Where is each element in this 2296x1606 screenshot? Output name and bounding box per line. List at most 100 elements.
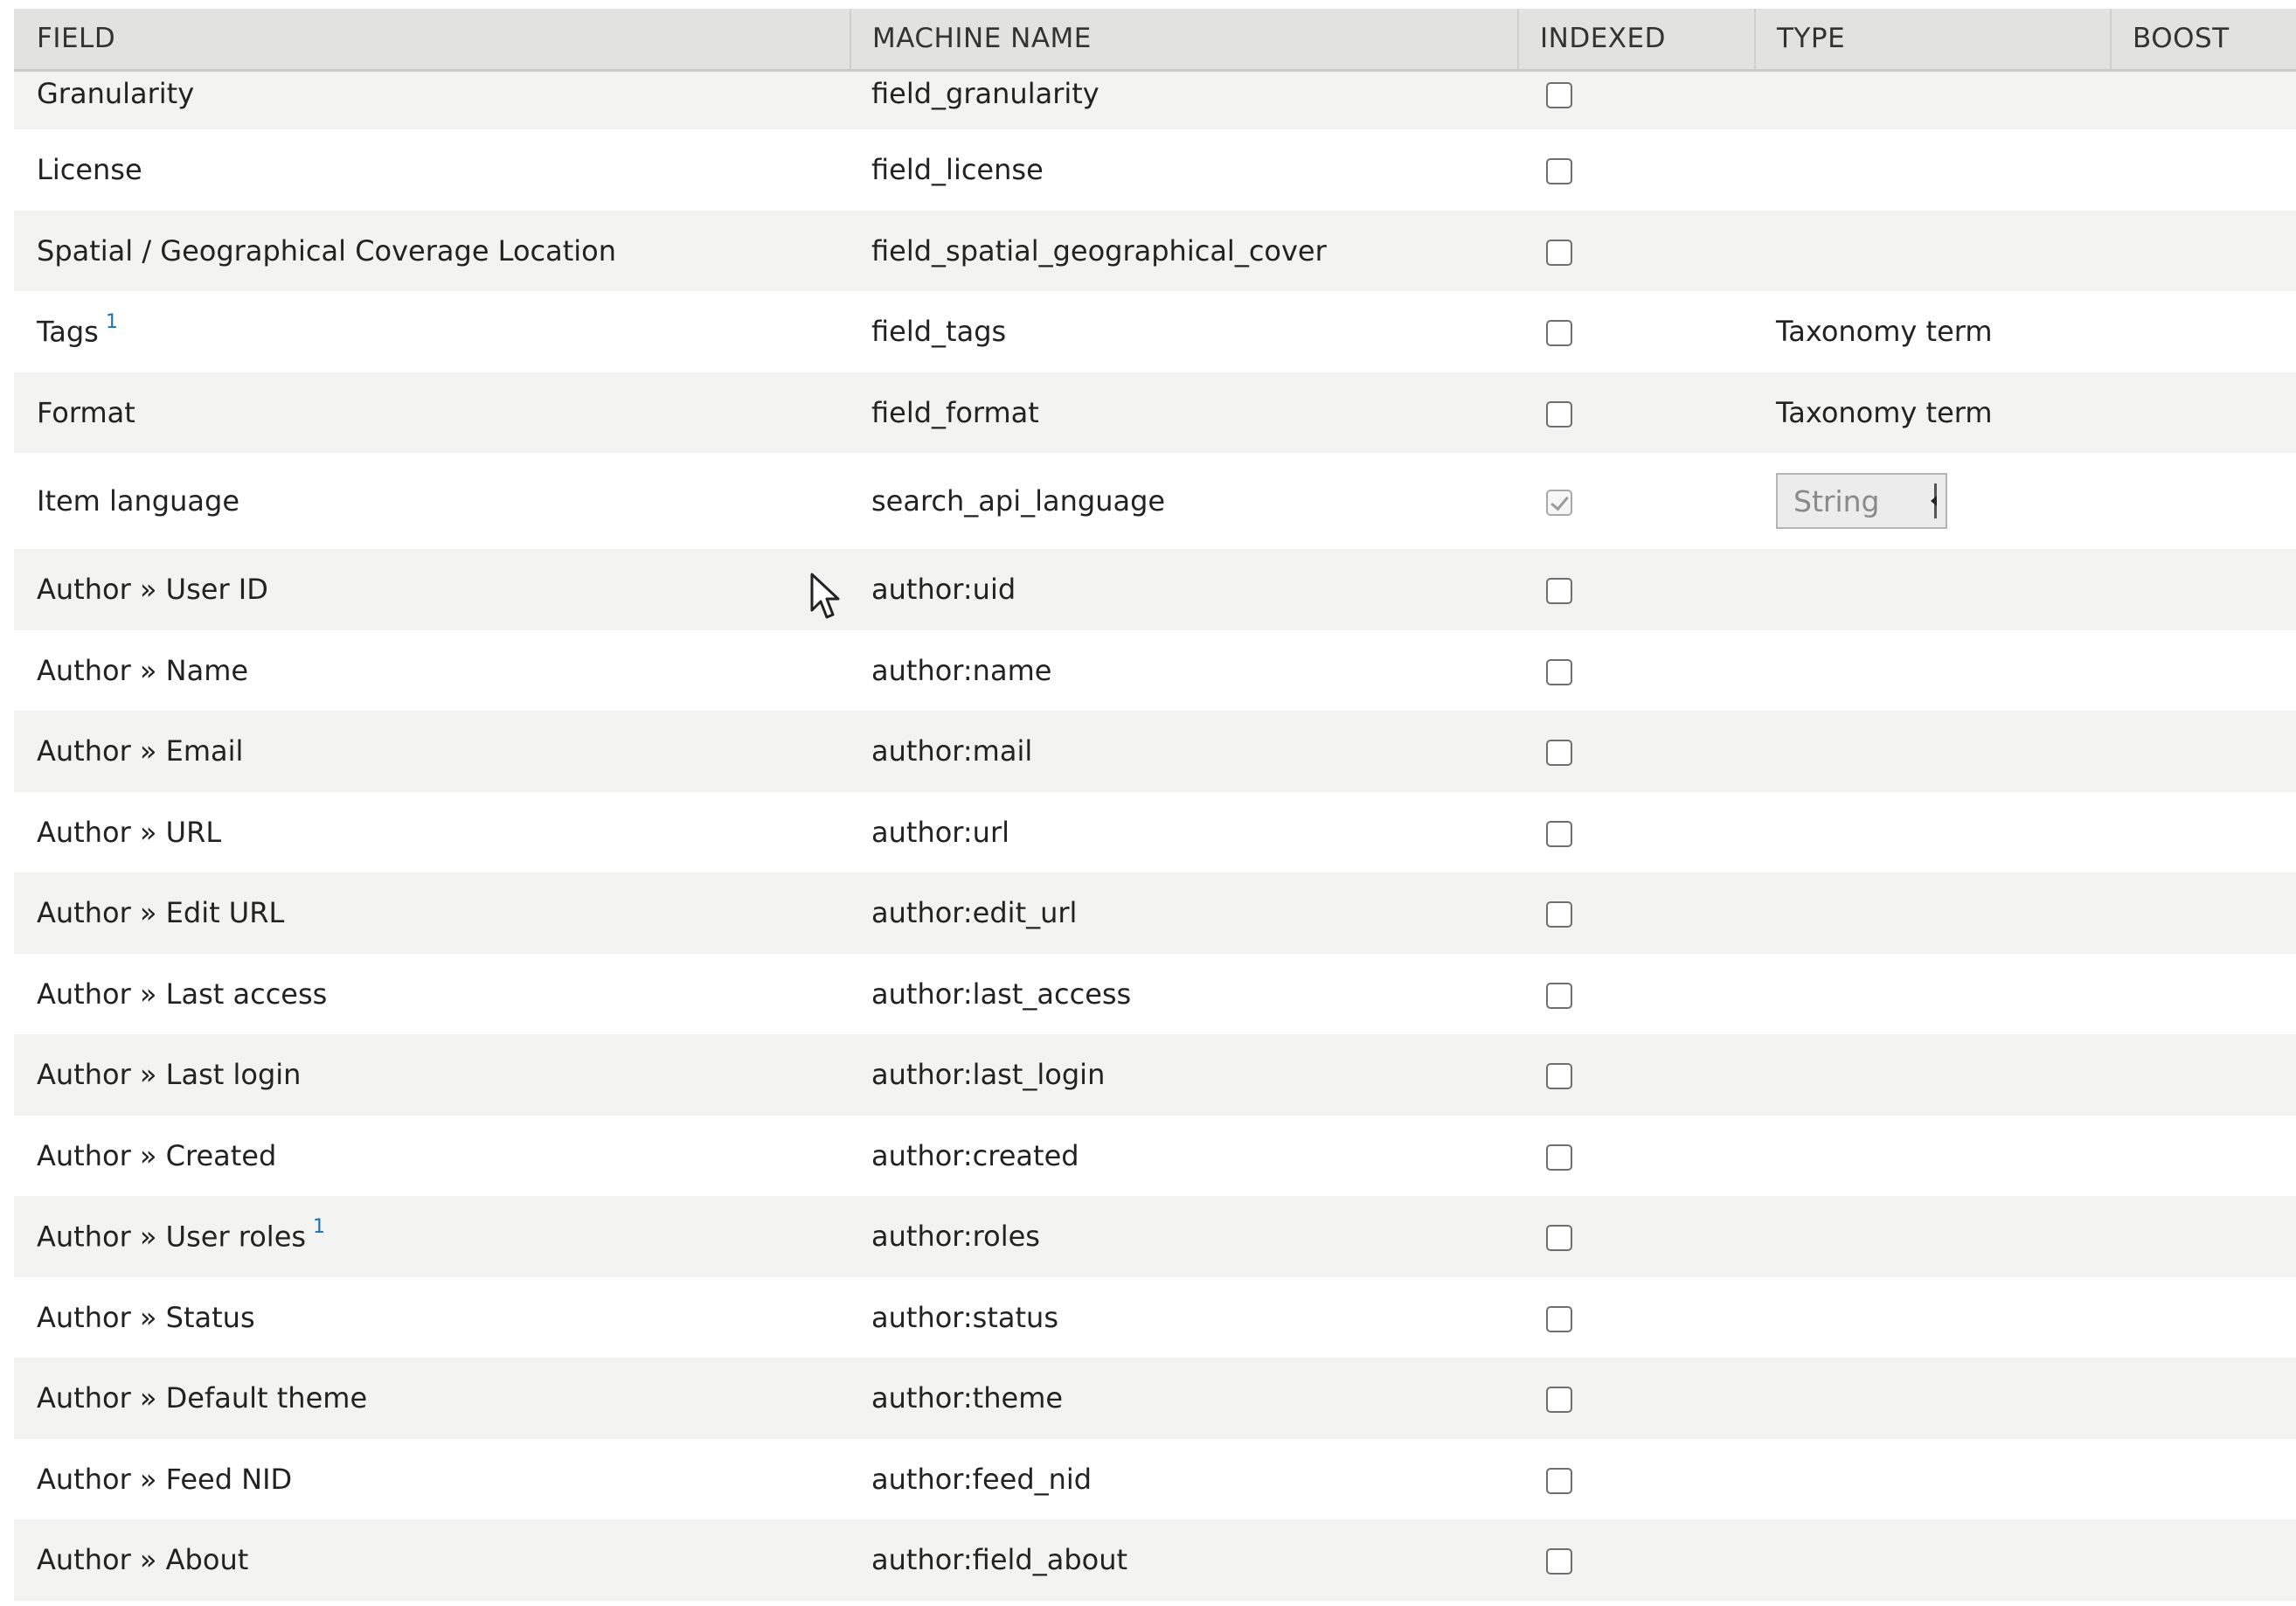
indexed-checkbox[interactable] (1546, 740, 1572, 767)
machine-name: field_license (871, 153, 1044, 187)
type-cell (1755, 954, 2111, 1035)
indexed-checkbox-checked (1546, 490, 1572, 516)
boost-cell (2111, 630, 2296, 712)
field-label-cell: Granularity (14, 70, 850, 129)
machine-name: search_api_language (871, 484, 1166, 518)
boost-cell (2111, 711, 2296, 792)
field-label: License (37, 153, 142, 187)
table-row: Author » URL author:url (14, 791, 2296, 873)
machine-name-cell: author:uid (850, 549, 1518, 630)
indexed-checkbox[interactable] (1546, 239, 1572, 266)
field-label-cell: Spatial / Geographical Coverage Location (14, 211, 850, 292)
indexed-cell (1518, 1196, 1755, 1277)
indexed-checkbox[interactable] (1546, 320, 1572, 347)
footnote-link[interactable]: 1 (106, 311, 118, 333)
table-row: Author » Last login author:last_login (14, 1034, 2296, 1116)
type-select-value: String (1793, 483, 1880, 518)
indexed-checkbox[interactable] (1546, 1063, 1572, 1090)
indexed-checkbox[interactable] (1546, 400, 1572, 428)
machine-name-cell: author:name (850, 630, 1518, 712)
boost-cell (2111, 1277, 2296, 1359)
machine-name: author:created (871, 1138, 1079, 1172)
field-label-cell: Author » Created (14, 1116, 850, 1197)
type-cell: Taxonomy term (1755, 372, 2111, 454)
machine-name: author:mail (871, 734, 1033, 768)
field-label-cell: Author » Edit URL (14, 873, 850, 954)
indexed-cell (1518, 1358, 1755, 1439)
machine-name-cell: author:field_about (850, 1519, 1518, 1601)
type-cell (1755, 1519, 2111, 1601)
type-cell: String (1755, 453, 2111, 549)
field-label-cell: Author » Email (14, 711, 850, 792)
type-select[interactable]: String (1776, 473, 1947, 529)
machine-name-cell: field_granularity (850, 70, 1518, 129)
type-cell (1755, 1277, 2111, 1359)
fields-table: FIELD MACHINE NAME INDEXED TYPE BOOST Gr… (14, 9, 2296, 1601)
table-row: Author » Created author:created (14, 1115, 2296, 1197)
machine-name: author:last_access (871, 977, 1132, 1011)
field-label: Author » Last access (37, 977, 328, 1011)
machine-name: field_granularity (871, 76, 1099, 110)
indexed-checkbox[interactable] (1546, 1225, 1572, 1252)
table-row: Item language search_api_language String (14, 453, 2296, 549)
type-cell (1755, 1116, 2111, 1197)
footnote-link[interactable]: 1 (313, 1216, 325, 1238)
table-row: Author » Feed NID author:feed_nid (14, 1438, 2296, 1520)
type-label: Taxonomy term (1776, 395, 1993, 429)
machine-name: author:status (871, 1300, 1058, 1334)
table-row: Tags 1 field_tags Taxonomy term (14, 291, 2296, 372)
type-cell (1755, 549, 2111, 630)
type-cell: Taxonomy term (1755, 291, 2111, 372)
indexed-checkbox[interactable] (1546, 901, 1572, 928)
field-label-cell: Tags 1 (14, 291, 850, 372)
boost-cell (2111, 1358, 2296, 1439)
indexed-checkbox[interactable] (1546, 81, 1572, 108)
table-row: License field_license (14, 129, 2296, 211)
field-label: Tags (37, 315, 99, 349)
field-label: Granularity (37, 76, 195, 110)
indexed-cell (1518, 549, 1755, 630)
machine-name-cell: author:url (850, 792, 1518, 873)
field-label: Author » Feed NID (37, 1462, 293, 1496)
machine-name-cell: author:mail (850, 711, 1518, 792)
indexed-checkbox[interactable] (1546, 1144, 1572, 1171)
boost-cell (2111, 1439, 2296, 1520)
table-row: Author » User roles 1 author:roles (14, 1196, 2296, 1277)
table-header-row: FIELD MACHINE NAME INDEXED TYPE BOOST (14, 9, 2296, 72)
indexed-cell (1518, 70, 1755, 129)
boost-cell (2111, 453, 2296, 549)
table-row: Author » Name author:name (14, 629, 2296, 712)
indexed-checkbox[interactable] (1546, 1548, 1572, 1575)
indexed-cell (1518, 1034, 1755, 1116)
indexed-checkbox[interactable] (1546, 1387, 1572, 1414)
indexed-checkbox[interactable] (1546, 658, 1572, 685)
field-label: Author » About (37, 1543, 249, 1577)
machine-name: author:field_about (871, 1543, 1128, 1577)
type-cell (1755, 711, 2111, 792)
indexed-checkbox[interactable] (1546, 578, 1572, 605)
field-label: Item language (37, 484, 239, 518)
machine-name-cell: field_license (850, 129, 1518, 211)
chevron-down-icon (1928, 483, 1937, 518)
indexed-checkbox[interactable] (1546, 820, 1572, 847)
type-cell (1755, 1196, 2111, 1277)
machine-name-cell: author:last_login (850, 1034, 1518, 1116)
field-label-cell: Author » Default theme (14, 1358, 850, 1439)
indexed-checkbox[interactable] (1546, 1305, 1572, 1332)
indexed-checkbox[interactable] (1546, 158, 1572, 185)
field-label-cell: Author » User roles 1 (14, 1196, 850, 1277)
machine-name: author:last_login (871, 1058, 1106, 1092)
field-label-cell: Author » About (14, 1519, 850, 1601)
indexed-cell (1518, 291, 1755, 372)
field-label: Author » Name (37, 653, 249, 687)
indexed-checkbox[interactable] (1546, 982, 1572, 1009)
machine-name: author:name (871, 653, 1052, 687)
indexed-checkbox[interactable] (1546, 1467, 1572, 1494)
table-row: Spatial / Geographical Coverage Location… (14, 210, 2296, 292)
field-label-cell: License (14, 129, 850, 211)
boost-cell (2111, 129, 2296, 211)
field-label: Author » URL (37, 815, 222, 849)
table-row: Author » Default theme author:theme (14, 1358, 2296, 1439)
boost-cell (2111, 211, 2296, 292)
indexed-cell (1518, 1439, 1755, 1520)
